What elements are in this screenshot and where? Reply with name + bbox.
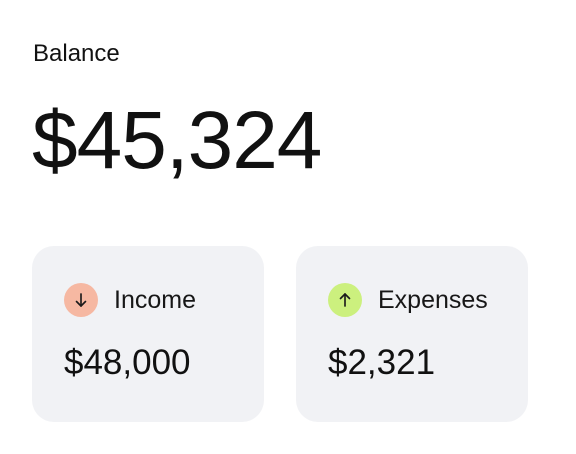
expenses-label: Expenses <box>378 286 488 314</box>
expenses-card: Expenses $2,321 <box>296 246 528 422</box>
arrow-up-icon <box>328 283 362 317</box>
balance-label: Balance <box>33 40 120 67</box>
income-card-header: Income <box>64 283 196 317</box>
expenses-value: $2,321 <box>328 343 436 382</box>
balance-amount: $45,324 <box>32 95 322 186</box>
income-label: Income <box>114 286 196 314</box>
income-card: Income $48,000 <box>32 246 264 422</box>
arrow-down-icon <box>64 283 98 317</box>
expenses-card-header: Expenses <box>328 283 488 317</box>
income-value: $48,000 <box>64 343 191 382</box>
balance-widget: { "balance": { "label": "Balance", "amou… <box>0 0 576 454</box>
